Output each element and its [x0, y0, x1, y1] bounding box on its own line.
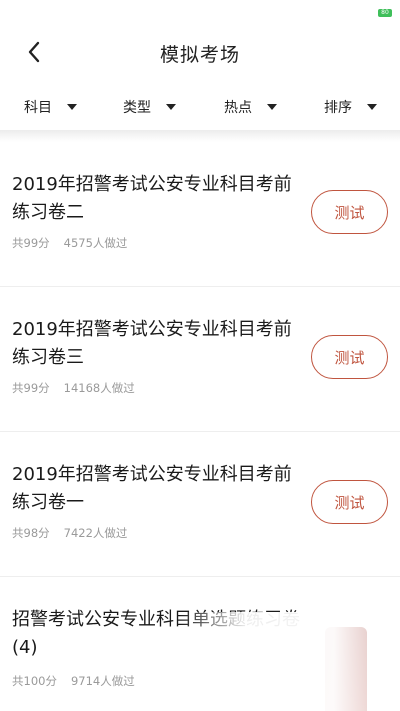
filter-label: 排序	[324, 100, 352, 116]
test-button[interactable]: 测试	[311, 190, 388, 234]
paper-title: 2019年招警考试公安专业科目考前练习卷一	[12, 464, 292, 513]
test-button[interactable]: 测试	[311, 335, 388, 379]
list-item[interactable]: 2019年招警考试公安专业科目考前练习卷三 共99分 14168人做过 测试	[0, 287, 400, 432]
paper-score: 共99分	[12, 236, 50, 250]
list-item[interactable]: 2019年招警考试公安专业科目考前练习卷二 共99分 4575人做过 测试	[0, 142, 400, 287]
paper-score: 共99分	[12, 381, 50, 395]
paper-meta: 共98分 7422人做过	[12, 525, 127, 541]
filter-bar: 科目 类型 热点 排序	[0, 88, 400, 126]
battery-icon: 80	[378, 9, 392, 17]
filter-subject[interactable]: 科目	[24, 96, 77, 118]
filter-type[interactable]: 类型	[123, 96, 176, 118]
filter-label: 类型	[123, 100, 151, 116]
test-button[interactable]: 测试	[311, 480, 388, 524]
filter-label: 科目	[24, 100, 52, 116]
divider	[0, 130, 400, 142]
paper-meta: 共100分 9714人做过	[12, 673, 135, 689]
filter-label: 热点	[224, 100, 252, 116]
paper-meta: 共99分 14168人做过	[12, 380, 135, 396]
paper-score: 共100分	[12, 674, 57, 688]
paper-title: 2019年招警考试公安专业科目考前练习卷三	[12, 319, 292, 368]
paper-participants: 4575人做过	[63, 236, 128, 250]
paper-participants: 14168人做过	[63, 381, 135, 395]
list-item[interactable]: 2019年招警考试公安专业科目考前练习卷一 共98分 7422人做过 测试	[0, 432, 400, 577]
paper-meta: 共99分 4575人做过	[12, 235, 127, 251]
paper-participants: 9714人做过	[70, 674, 135, 688]
caret-down-icon	[166, 104, 176, 110]
status-bar: 80	[0, 0, 400, 26]
caret-down-icon	[267, 104, 277, 110]
paper-score: 共98分	[12, 526, 50, 540]
paper-participants: 7422人做过	[63, 526, 128, 540]
paper-title: 2019年招警考试公安专业科目考前练习卷二	[12, 174, 292, 223]
top-nav-bar: 模拟考场	[0, 28, 400, 76]
caret-down-icon	[67, 104, 77, 110]
scroll-fade-overlay	[180, 612, 400, 711]
page-title: 模拟考场	[159, 44, 240, 66]
caret-down-icon	[367, 104, 377, 110]
filter-sort[interactable]: 排序	[324, 96, 377, 118]
filter-hot[interactable]: 热点	[224, 96, 277, 118]
